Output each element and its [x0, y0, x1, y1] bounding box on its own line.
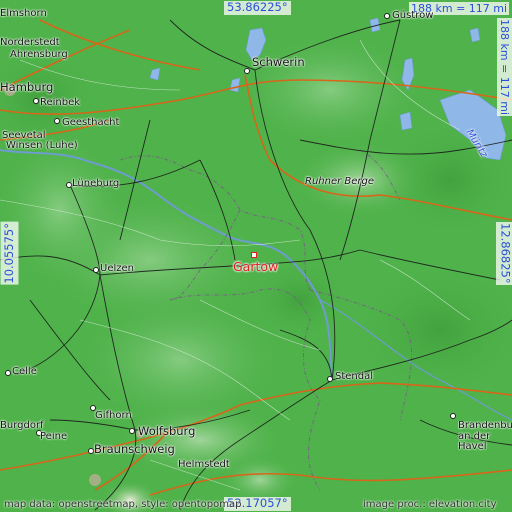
city-label-winsen: Winsen (Luhe) — [6, 140, 78, 151]
left-longitude-label: 10.05575° — [1, 222, 19, 285]
city-label-helmstedt: Helmstedt — [178, 459, 230, 470]
city-label-wolfsburg: Wolfsburg — [138, 424, 196, 438]
city-dot-stendal — [327, 376, 333, 382]
city-label-peine: Peine — [40, 431, 68, 442]
city-label-lueneburg: Lüneburg — [72, 178, 120, 189]
map-credits: map data: openstreetmap, style: opentopo… — [4, 499, 242, 510]
city-label-norderstedt: Norderstedt — [0, 37, 60, 48]
gartow-label: Gartow — [233, 259, 279, 274]
city-dot-uelzen — [93, 267, 99, 273]
feature-label-ruhner-berge: Ruhner Berge — [305, 176, 375, 187]
city-dot-geesthacht — [54, 118, 60, 124]
city-label-uelzen: Uelzen — [100, 263, 134, 274]
city-dot-brandenburg — [450, 413, 456, 419]
elevation-map[interactable]: 53.86225° 52.17057° 10.05575° 12.86825° … — [0, 0, 512, 512]
vertical-scale-label: 188 km = 117 mi — [497, 18, 512, 117]
city-label-hamburg: Hamburg — [0, 80, 54, 94]
city-label-schwerin: Schwerin — [252, 55, 305, 69]
city-label-reinbek: Reinbek — [40, 97, 81, 108]
processing-credits: image proc.: elevation.city — [363, 499, 497, 510]
gartow-location-marker[interactable] — [251, 252, 257, 258]
city-dot-guestrow — [384, 13, 390, 19]
city-dot-schwerin — [244, 68, 250, 74]
city-dot-celle — [5, 370, 11, 376]
city-label-braunschweig: Braunschweig — [94, 442, 175, 456]
city-label-guestrow: Güstrow — [392, 10, 434, 21]
city-dot-wolfsburg — [129, 428, 135, 434]
city-label-elmshorn: Elmshorn — [0, 8, 47, 19]
city-label-ahrensburg: Ahrensburg — [10, 49, 68, 60]
city-label-gifhorn: Gifhorn — [95, 410, 132, 421]
city-dot-reinbek — [33, 98, 39, 104]
city-label-brandenburg: Brandenburg an der Havel — [458, 421, 512, 452]
right-longitude-label: 12.86825° — [496, 222, 512, 285]
top-latitude-label: 53.86225° — [224, 1, 291, 15]
city-label-geesthacht: Geesthacht — [62, 117, 120, 128]
city-label-stendal: Stendal — [335, 371, 374, 382]
city-label-burgdorf: Burgdorf — [0, 420, 44, 431]
city-label-celle: Celle — [12, 366, 37, 377]
